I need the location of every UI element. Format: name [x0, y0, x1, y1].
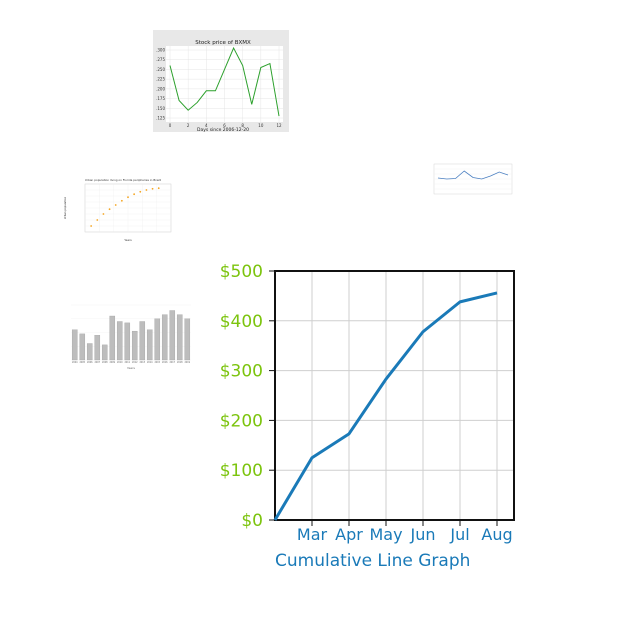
bar [139, 321, 146, 361]
y-tick-label: $300 [220, 362, 263, 382]
y-tick-label: .250 [156, 67, 165, 72]
plot-frame [274, 270, 515, 521]
data-point [127, 196, 129, 199]
y-tick-label: $500 [220, 262, 263, 282]
bar [86, 343, 93, 361]
bar [79, 333, 86, 361]
data-point [139, 190, 142, 193]
bar [154, 318, 161, 361]
y-tick-label: $0 [241, 511, 263, 531]
x-tick-label: Jul [449, 525, 469, 544]
data-point [102, 213, 105, 215]
y-tick-label: .300 [156, 48, 165, 53]
x-axis-label: Years [127, 366, 135, 370]
small-line-chart [433, 163, 513, 195]
chart-title: Cumulative Line Graph [275, 551, 470, 571]
x-tick-label: 2004 [72, 361, 78, 364]
x-tick-label: 2010 [117, 361, 123, 364]
x-tick-label: 12 [276, 123, 282, 128]
x-tick-label: Jun [410, 525, 436, 544]
y-tick-label: .200 [156, 86, 165, 91]
x-tick-label: Mar [297, 525, 328, 544]
bar [146, 329, 153, 361]
bar [176, 314, 183, 361]
y-tick-label: .125 [156, 116, 165, 121]
chart-title: Urban population living on Florida perip… [85, 178, 161, 182]
x-tick-label: 2 [187, 123, 190, 128]
y-tick-label: $200 [220, 411, 263, 431]
data-point [120, 199, 123, 202]
y-tick-label: .275 [156, 57, 165, 62]
data-point [96, 219, 99, 221]
x-tick-label: 2005 [79, 361, 85, 364]
bar [109, 315, 116, 361]
x-tick-label: 2014 [147, 361, 153, 364]
data-point [114, 204, 117, 206]
y-tick-label: $400 [220, 312, 263, 332]
bar [101, 344, 108, 361]
x-ticks: 2004 2005 2006 2007 2008 2009 2010 2011 2012 2013… [72, 361, 191, 364]
x-tick-label: 2018 [177, 361, 183, 364]
x-tick-label: 2017 [169, 361, 175, 364]
urban-population-chart: Urban population living on Florida perip… [63, 178, 172, 242]
x-tick-label: 2013 [139, 361, 145, 364]
x-tick-label: May [369, 525, 402, 544]
y-axis-label: Urban population [63, 196, 67, 219]
x-tick-label: 2007 [94, 361, 100, 364]
data-point [151, 187, 154, 190]
y-tick-label: .175 [156, 96, 165, 101]
data-point [133, 193, 136, 196]
bar-chart: 2004 2005 2006 2007 2008 2009 2010 2011 2012 2013… [71, 304, 191, 370]
data-point [90, 225, 93, 227]
x-tick-label: 2009 [109, 361, 115, 364]
x-tick-label: 2019 [184, 361, 190, 364]
x-tick-label: 2012 [132, 361, 138, 364]
bar [169, 310, 176, 361]
bar [131, 330, 138, 361]
x-axis-label: Days since 2006-12-20 [197, 127, 249, 132]
stock-price-chart: Stock price of BXMX .125 .150 .175 .200 .225… [153, 30, 289, 132]
data-point [145, 189, 148, 191]
bar [184, 318, 191, 361]
x-ticks: Mar Apr May Jun Jul Aug [297, 520, 513, 544]
x-tick-label: 2016 [162, 361, 168, 364]
x-tick-label: 2011 [124, 361, 130, 364]
x-tick-label: Aug [481, 525, 512, 544]
bar [116, 321, 123, 361]
series-line [273, 291, 498, 521]
x-tick-label: 2006 [87, 361, 93, 364]
grid [275, 270, 514, 521]
y-tick-label: .150 [156, 106, 165, 111]
x-tick-label: 2008 [102, 361, 108, 364]
y-tick-label: .225 [156, 77, 165, 82]
x-tick-label: Apr [335, 525, 363, 544]
bar [124, 322, 131, 361]
y-tick-label: $100 [220, 461, 263, 481]
data-point [157, 187, 160, 190]
chart-title: Stock price of BXMX [195, 40, 251, 46]
x-axis-label: Years [124, 238, 132, 242]
y-ticks: $0 $100 $200 $300 $400 $500 [220, 262, 275, 531]
x-tick-label: 0 [169, 123, 172, 128]
x-tick-label: 2015 [154, 361, 160, 364]
bar [94, 335, 101, 361]
data-point [108, 208, 111, 211]
bar [71, 329, 78, 361]
bar [161, 314, 168, 361]
x-tick-label: 10 [258, 123, 264, 128]
